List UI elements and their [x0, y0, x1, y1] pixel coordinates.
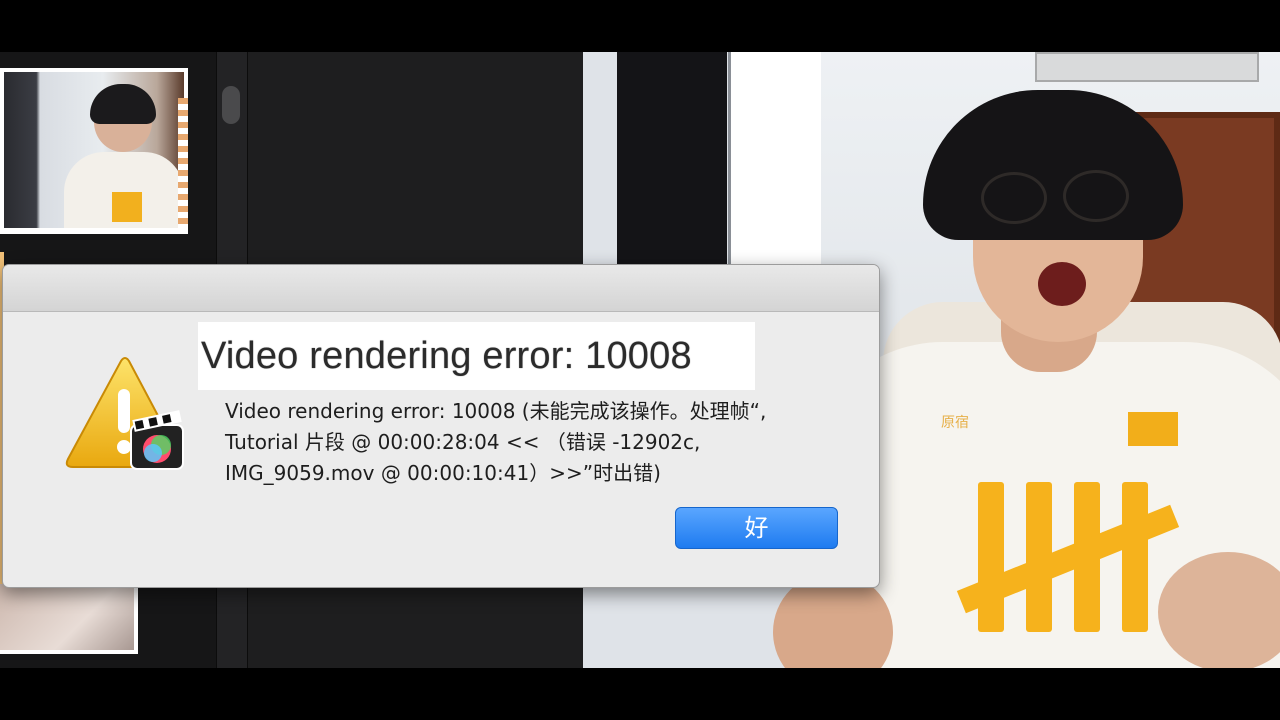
dark-doorway: [617, 52, 727, 292]
dialog-message: Video rendering error: 10008 (未能完成该操作。处理…: [225, 399, 767, 485]
error-dialog: Video rendering error: 10008 Video rende…: [2, 264, 880, 588]
clip-thumbnail-2[interactable]: [0, 584, 138, 654]
dialog-heading: Video rendering error: 10008: [201, 335, 692, 377]
thumbnail-shirt-logo: [112, 192, 142, 222]
glasses-left-lens: [981, 172, 1047, 224]
filmstrip-edge: [178, 98, 188, 228]
logo-bar: [1122, 482, 1148, 632]
warning-icon: [59, 355, 199, 485]
logo-bar: [978, 482, 1004, 632]
shirt-text: 原宿: [941, 415, 969, 431]
letterbox-bottom: [0, 668, 1280, 720]
thumbnail-person-hair: [90, 84, 156, 124]
clip-thumbnail[interactable]: [0, 68, 188, 234]
scrollbar-thumb[interactable]: [222, 86, 240, 124]
glasses-right-lens: [1063, 170, 1129, 222]
person-mouth: [1038, 262, 1086, 306]
air-conditioner: [1035, 52, 1259, 82]
dialog-titlebar[interactable]: [3, 265, 879, 312]
clip-thumbnail-2-image: [0, 584, 134, 650]
ok-button[interactable]: 好: [675, 507, 838, 549]
letterbox-top: [0, 0, 1280, 52]
clip-thumbnail-image: [4, 72, 184, 228]
final-cut-pro-icon: [130, 410, 184, 470]
shirt-patch: [1128, 412, 1178, 446]
